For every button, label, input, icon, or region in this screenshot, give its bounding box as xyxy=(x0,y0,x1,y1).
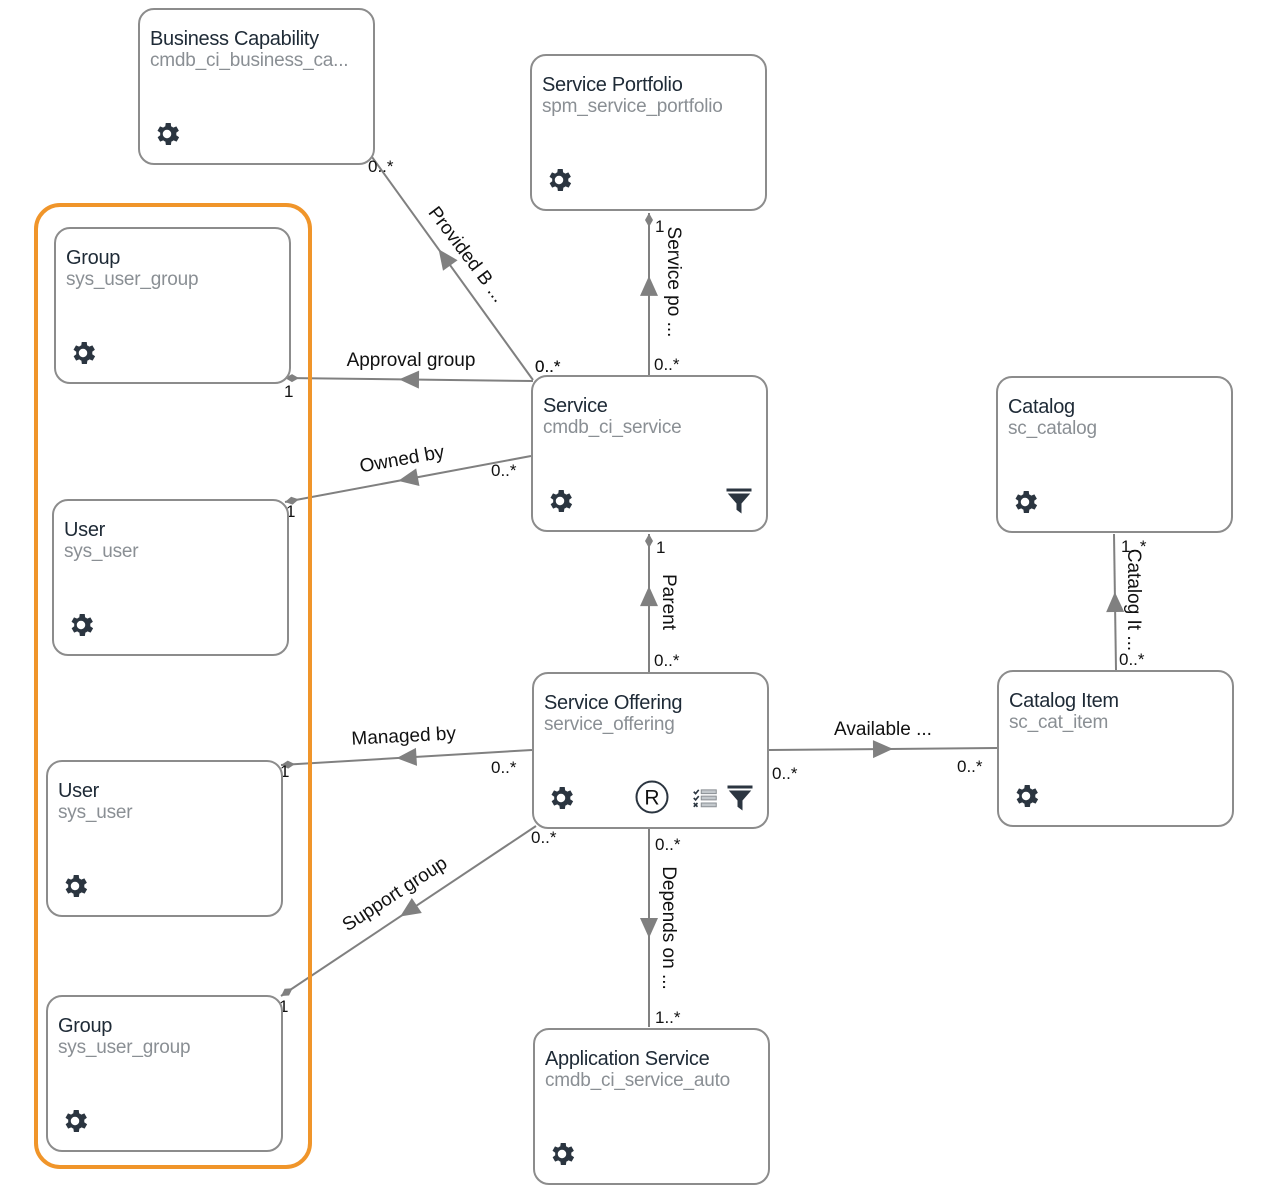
multiplicity-source: 0..* xyxy=(1119,650,1145,669)
node-title: Catalog Item xyxy=(1009,690,1119,712)
gear-icon[interactable] xyxy=(547,1139,577,1169)
node-table: spm_service_portfolio xyxy=(542,96,723,117)
filter-icon[interactable] xyxy=(725,783,755,813)
multiplicity-source: 0..* xyxy=(491,461,517,480)
node-catalog-item[interactable]: Catalog Item sc_cat_item xyxy=(997,670,1234,827)
node-title: User xyxy=(64,519,106,541)
node-catalog[interactable]: Catalog sc_catalog xyxy=(996,376,1233,533)
node-title: User xyxy=(58,780,100,802)
arrowhead-icon xyxy=(398,468,420,487)
node-table: sc_catalog xyxy=(1008,418,1097,439)
node-title: Service Portfolio xyxy=(542,74,683,96)
node-user-manager[interactable]: User sys_user xyxy=(46,760,283,917)
node-service[interactable]: Service cmdb_ci_service xyxy=(531,375,768,532)
gear-icon[interactable] xyxy=(152,119,182,149)
edge-provided-by[interactable] xyxy=(371,156,534,381)
gear-icon[interactable] xyxy=(60,1106,90,1136)
aggregation-diamond-icon xyxy=(645,213,653,227)
multiplicity-source: 0..* xyxy=(535,357,561,376)
gear-icon[interactable] xyxy=(68,338,98,368)
arrowhead-icon xyxy=(640,586,658,607)
multiplicity-source: 0..* xyxy=(654,651,680,670)
gear-icon[interactable] xyxy=(1010,487,1040,517)
multiplicity-source: 0..* xyxy=(655,835,681,854)
multiplicity-source: 0..* xyxy=(654,355,680,374)
node-table: cmdb_ci_service_auto xyxy=(545,1070,731,1091)
node-table: sys_user_group xyxy=(66,269,199,290)
checklist-icon[interactable] xyxy=(690,783,720,813)
node-table: cmdb_ci_service xyxy=(543,417,682,438)
gear-icon[interactable] xyxy=(546,783,576,813)
arrowhead-icon xyxy=(640,918,658,938)
arrowhead-icon xyxy=(399,370,420,389)
node-table: sys_user xyxy=(64,541,139,562)
multiplicity-target: 1..* xyxy=(655,1008,681,1027)
edge-label[interactable]: Service po ... xyxy=(663,227,684,338)
node-business-capability[interactable]: Business Capability cmdb_ci_business_ca.… xyxy=(138,8,375,165)
node-title: Group xyxy=(58,1015,113,1037)
gear-icon[interactable] xyxy=(545,486,575,516)
gear-icon[interactable] xyxy=(66,610,96,640)
arrowhead-icon xyxy=(1106,592,1125,613)
node-title: Service Offering xyxy=(544,692,683,714)
node-table: sys_user_group xyxy=(58,1037,191,1058)
edge-label[interactable]: Depends on ... xyxy=(658,866,679,990)
gear-icon[interactable] xyxy=(1011,781,1041,811)
edge-label[interactable]: Parent xyxy=(658,574,679,631)
multiplicity-target: 1..* xyxy=(1121,537,1147,556)
multiplicity-target: 1 xyxy=(656,538,665,557)
arrowhead-icon xyxy=(640,275,658,296)
multiplicity-source: 0..* xyxy=(491,758,517,777)
arrowhead-icon xyxy=(872,740,893,759)
edge-label[interactable]: Provided B ... xyxy=(424,203,509,307)
node-user-owner[interactable]: User sys_user xyxy=(52,499,289,656)
node-table: sc_cat_item xyxy=(1009,712,1109,733)
filter-icon[interactable] xyxy=(724,486,754,516)
node-application-service[interactable]: Application Service cmdb_ci_service_auto xyxy=(533,1028,770,1185)
edge-label[interactable]: Available ... xyxy=(834,719,932,740)
node-table: cmdb_ci_business_ca... xyxy=(150,50,349,71)
node-service-offering[interactable]: Service Offering service_offering R xyxy=(532,672,769,829)
multiplicity-target: 0..* xyxy=(957,757,983,776)
node-group-support[interactable]: Group sys_user_group xyxy=(46,995,283,1152)
node-group-approval[interactable]: Group sys_user_group xyxy=(54,227,291,384)
node-title: Application Service xyxy=(545,1048,710,1070)
gear-icon[interactable] xyxy=(60,871,90,901)
node-title: Catalog xyxy=(1008,396,1075,418)
multiplicity-source: 0..* xyxy=(772,764,798,783)
edge-label[interactable]: Owned by xyxy=(358,442,446,478)
multiplicity-target: 0..* xyxy=(368,157,394,176)
node-service-portfolio[interactable]: Service Portfolio spm_service_portfolio xyxy=(530,54,767,211)
edge-label[interactable]: Approval group xyxy=(347,350,476,371)
registered-icon[interactable]: R xyxy=(634,779,670,815)
node-title: Group xyxy=(66,247,121,269)
node-table: sys_user xyxy=(58,802,133,823)
node-table: service_offering xyxy=(544,714,675,735)
edge-label[interactable]: Managed by xyxy=(351,723,457,749)
aggregation-diamond-icon xyxy=(645,534,653,548)
multiplicity-source: 0..* xyxy=(531,828,557,847)
multiplicity-target: 1 xyxy=(655,217,664,236)
node-title: Service xyxy=(543,395,608,417)
arrowhead-icon xyxy=(396,747,418,766)
edge-label[interactable]: Catalog It ... xyxy=(1123,549,1144,651)
svg-text:R: R xyxy=(644,787,659,810)
node-title: Business Capability xyxy=(150,28,319,50)
gear-icon[interactable] xyxy=(544,165,574,195)
